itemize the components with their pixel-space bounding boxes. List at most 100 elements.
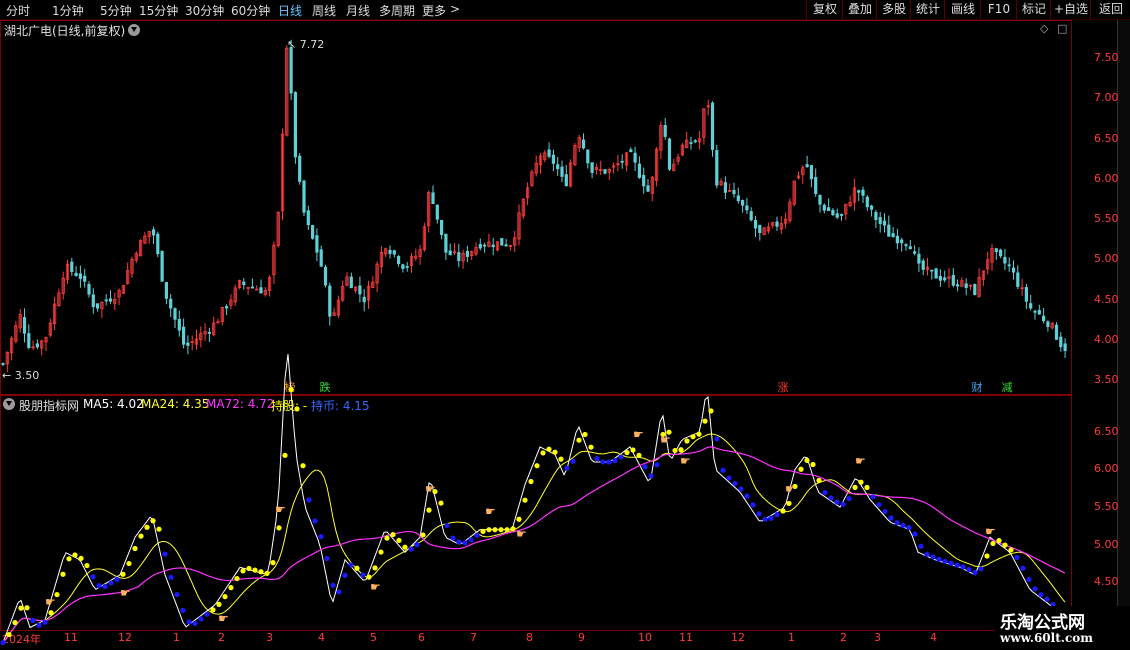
candle-body	[392, 250, 396, 255]
candle-body	[994, 248, 998, 253]
coin-dot	[768, 515, 774, 521]
candle-body	[22, 317, 27, 334]
coin-dot	[318, 533, 324, 540]
candle-body	[396, 256, 401, 265]
candle-body	[500, 238, 504, 246]
hold-dot	[18, 605, 24, 611]
coin-dot	[30, 617, 36, 623]
coin-dot	[1020, 565, 1026, 571]
hand-pointer-icon: ☛	[785, 482, 796, 496]
candle-body	[177, 318, 181, 331]
hold-dot	[258, 569, 264, 575]
coin-dot	[450, 535, 456, 541]
candle-body	[173, 308, 177, 320]
coin-dot	[726, 475, 732, 481]
hand-pointer-icon: ☛	[660, 433, 671, 447]
hold-dot	[588, 444, 594, 450]
candle-body	[104, 299, 108, 302]
hold-dot	[786, 500, 792, 507]
coin-dot	[738, 486, 744, 492]
candle-body	[556, 164, 560, 170]
candle-body	[289, 47, 293, 94]
hold-dot	[582, 431, 588, 438]
hand-pointer-icon: ☛	[855, 454, 866, 468]
candle-body	[900, 239, 904, 244]
coin-dot	[774, 512, 780, 518]
hold-dot	[270, 560, 276, 566]
coin-dot	[312, 518, 318, 524]
coin-dot	[654, 462, 660, 468]
hold-dot	[702, 418, 708, 424]
coin-dot	[720, 467, 726, 473]
hold-dot	[402, 544, 408, 550]
hold-dot	[384, 535, 390, 541]
hold-dot	[816, 477, 822, 484]
coin-dot	[174, 591, 180, 598]
coin-dot	[648, 473, 654, 479]
coin-dot	[1044, 596, 1050, 602]
candle-body	[1007, 264, 1011, 267]
hold-dot	[60, 571, 66, 577]
candle-body	[775, 221, 779, 227]
hold-dot	[576, 437, 582, 443]
candle-body	[887, 224, 891, 237]
candle-body	[586, 149, 590, 164]
candle-body	[732, 189, 736, 195]
candle-body	[448, 250, 452, 256]
hold-dot	[696, 431, 702, 437]
ma24-line	[2, 433, 1066, 643]
hand-pointer-icon: ☛	[218, 611, 229, 625]
hold-dot	[372, 565, 378, 571]
hold-dot	[810, 461, 816, 468]
candle-body	[835, 213, 839, 218]
candle-body	[482, 244, 487, 247]
candle-body	[87, 283, 91, 295]
candle-body	[156, 233, 160, 255]
hold-dot	[294, 406, 300, 412]
candle-body	[478, 244, 482, 249]
coin-dot	[204, 611, 210, 617]
candle-body	[1011, 267, 1016, 273]
coin-dot	[840, 501, 846, 507]
coin-dot	[918, 543, 924, 549]
hold-dot	[246, 565, 252, 572]
candle-body	[224, 306, 229, 309]
coin-dot	[570, 458, 576, 464]
coin-dot	[1038, 592, 1044, 598]
candle-body	[809, 165, 814, 180]
hold-dot	[66, 556, 72, 562]
candle-body	[603, 169, 607, 174]
coin-dot	[468, 537, 474, 543]
candle-body	[78, 273, 82, 279]
coin-dot	[888, 515, 894, 521]
candle-body	[302, 180, 306, 213]
candle-body	[814, 176, 818, 194]
hold-dot	[630, 447, 636, 453]
candle-body	[667, 138, 672, 170]
candle-body	[930, 269, 934, 272]
candle-body	[349, 276, 353, 289]
coin-dot	[96, 583, 102, 589]
coin-dot	[198, 616, 204, 622]
hold-dot	[126, 560, 132, 567]
coin-dot	[900, 522, 906, 528]
candle-body	[921, 260, 925, 270]
hold-dot	[522, 497, 528, 503]
hold-dot	[252, 567, 258, 573]
hold-dot	[216, 601, 222, 607]
hold-dot	[366, 574, 372, 580]
coin-dot	[108, 580, 114, 586]
coin-dot	[882, 508, 888, 515]
candle-body	[504, 244, 508, 247]
chart-canvas[interactable]: ☛ ☛ ☛ ☛ ☛ ☛ ☛ ☛ ☛ ☛ ☛ ☛ ☛ ☛	[0, 0, 1130, 650]
coin-dot	[192, 620, 198, 626]
hand-pointer-icon: ☛	[633, 428, 644, 442]
hold-dot	[516, 516, 522, 522]
coin-dot	[912, 531, 918, 537]
coin-dot	[894, 520, 900, 526]
hold-dot	[426, 507, 432, 513]
hold-dot	[480, 528, 486, 534]
candle-body	[560, 166, 564, 177]
hold-dot	[510, 526, 516, 532]
coin-dot	[822, 489, 828, 496]
